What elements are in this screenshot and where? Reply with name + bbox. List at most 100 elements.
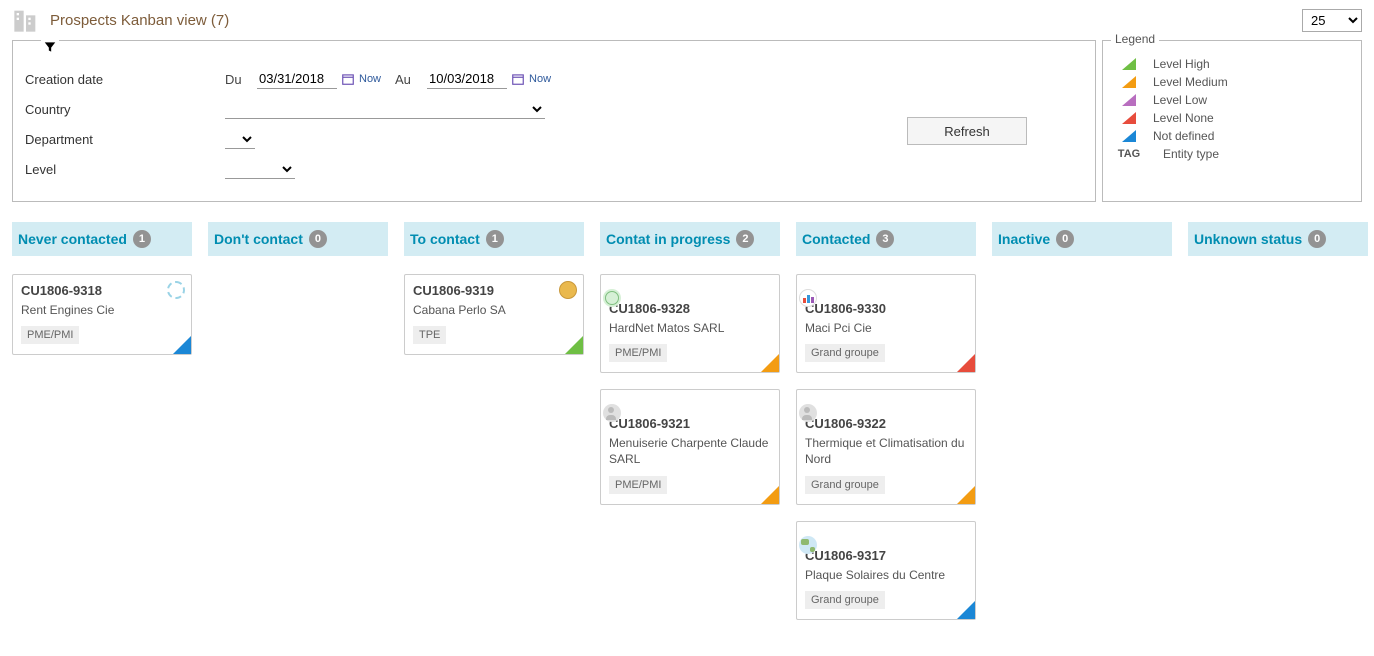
- column-count: 0: [309, 230, 327, 248]
- card-tag: Grand groupe: [805, 476, 885, 494]
- creation-date-label: Creation date: [25, 72, 225, 87]
- legend-label: Level Medium: [1153, 75, 1228, 89]
- now-link-to[interactable]: Now: [529, 73, 551, 85]
- card-company: Plaque Solaires du Centre: [805, 567, 967, 583]
- kanban-card[interactable]: CU1806-9330 Maci Pci Cie Grand groupe: [796, 274, 976, 373]
- card-tag: PME/PMI: [609, 476, 667, 494]
- date-from-input[interactable]: [257, 69, 337, 89]
- calendar-icon[interactable]: [511, 72, 525, 86]
- column-header: Contacted3: [796, 222, 976, 256]
- kanban-column: To contact 1 CU1806-9319 Cabana Perlo SA …: [404, 222, 584, 636]
- column-header: To contact 1: [404, 222, 584, 256]
- column-header: Contat in progress 2: [600, 222, 780, 256]
- level-corner-icon: [957, 486, 975, 504]
- card-id: CU1806-9330: [805, 301, 967, 316]
- legend-item: Level Low: [1115, 93, 1349, 107]
- legend-label: Level High: [1153, 57, 1210, 71]
- level-corner-icon: [761, 486, 779, 504]
- column-header: Unknown status 0: [1188, 222, 1368, 256]
- card-company: Thermique et Climatisation du Nord: [805, 435, 967, 467]
- date-to-input[interactable]: [427, 69, 507, 89]
- triangle-icon: [1115, 112, 1143, 124]
- building-icon: [12, 6, 40, 34]
- chart-icon: [799, 289, 817, 307]
- kanban-card[interactable]: CU1806-9319 Cabana Perlo SA TPE: [404, 274, 584, 355]
- kanban-column: Contat in progress 2 CU1806-9328 HardNet …: [600, 222, 780, 636]
- column-title: Contat in progress: [606, 231, 730, 247]
- column-title: Don't contact: [214, 231, 303, 247]
- column-count: 1: [486, 230, 504, 248]
- level-corner-icon: [761, 354, 779, 372]
- column-title: Unknown status: [1194, 231, 1302, 247]
- card-tag: TPE: [413, 326, 446, 344]
- legend-label: Level None: [1153, 111, 1214, 125]
- legend-title: Legend: [1111, 32, 1159, 46]
- card-id: CU1806-9319: [413, 283, 575, 298]
- page-size-select[interactable]: 25: [1302, 9, 1362, 32]
- column-title: Inactive: [998, 231, 1050, 247]
- card-id: CU1806-9318: [21, 283, 183, 298]
- column-count: 3: [876, 230, 894, 248]
- level-label: Level: [25, 162, 225, 177]
- level-corner-icon: [957, 354, 975, 372]
- refresh-button[interactable]: Refresh: [907, 117, 1027, 145]
- calendar-icon[interactable]: [341, 72, 355, 86]
- kanban-card[interactable]: CU1806-9321 Menuiserie Charpente Claude …: [600, 389, 780, 504]
- column-count: 0: [1056, 230, 1074, 248]
- kanban-column: Contacted3 CU1806-9330 Maci Pci Cie Gran…: [796, 222, 976, 636]
- column-count: 2: [736, 230, 754, 248]
- column-header: Don't contact 0: [208, 222, 388, 256]
- kanban-card[interactable]: CU1806-9317 Plaque Solaires du Centre Gr…: [796, 521, 976, 620]
- card-id: CU1806-9328: [609, 301, 771, 316]
- country-select[interactable]: [225, 99, 545, 119]
- card-id: CU1806-9322: [805, 416, 967, 431]
- card-company: Maci Pci Cie: [805, 320, 967, 336]
- triangle-icon: [1115, 94, 1143, 106]
- department-select[interactable]: [225, 129, 255, 149]
- level-select[interactable]: [225, 159, 295, 179]
- triangle-icon: [1115, 130, 1143, 142]
- card-company: HardNet Matos SARL: [609, 320, 771, 336]
- column-title: To contact: [410, 231, 480, 247]
- kanban-card[interactable]: CU1806-9318 Rent Engines Cie PME/PMI: [12, 274, 192, 355]
- legend-item: Not defined: [1115, 129, 1349, 143]
- du-label: Du: [225, 72, 257, 87]
- filter-icon: [41, 40, 59, 57]
- kanban-board: Never contacted 1 CU1806-9318 Rent Engine…: [12, 222, 1362, 636]
- level-corner-icon: [957, 601, 975, 619]
- legend-label: Level Low: [1153, 93, 1207, 107]
- kanban-column: Never contacted1 CU1806-9318 Rent Engine…: [12, 222, 192, 636]
- legend-tag-label: TAG: [1115, 148, 1143, 160]
- department-label: Department: [25, 132, 225, 147]
- card-id: CU1806-9321: [609, 416, 771, 431]
- kanban-column: Unknown status 0: [1188, 222, 1368, 636]
- card-tag: Grand groupe: [805, 344, 885, 362]
- earth-icon: [799, 536, 817, 554]
- column-count: 0: [1308, 230, 1326, 248]
- now-link-from[interactable]: Now: [359, 73, 381, 85]
- triangle-icon: [1115, 76, 1143, 88]
- kanban-card[interactable]: CU1806-9328 HardNet Matos SARL PME/PMI: [600, 274, 780, 373]
- level-corner-icon: [565, 336, 583, 354]
- filter-panel: Creation date Du Now Au Now Country D: [12, 40, 1096, 202]
- kanban-card[interactable]: CU1806-9322 Thermique et Climatisation d…: [796, 389, 976, 504]
- legend-tag-text: Entity type: [1163, 147, 1219, 161]
- card-id: CU1806-9317: [805, 548, 967, 563]
- card-tag: PME/PMI: [609, 344, 667, 362]
- legend-item: Level None: [1115, 111, 1349, 125]
- level-corner-icon: [173, 336, 191, 354]
- ring-icon: [167, 281, 185, 299]
- card-tag: PME/PMI: [21, 326, 79, 344]
- legend-item: Level Medium: [1115, 75, 1349, 89]
- card-tag: Grand groupe: [805, 591, 885, 609]
- triangle-icon: [1115, 58, 1143, 70]
- card-company: Rent Engines Cie: [21, 302, 183, 318]
- kanban-column: Don't contact 0: [208, 222, 388, 636]
- legend-label: Not defined: [1153, 129, 1214, 143]
- kanban-column: Inactive 0: [992, 222, 1172, 636]
- column-header: Inactive 0: [992, 222, 1172, 256]
- page-title: Prospects Kanban view (7): [50, 12, 1302, 29]
- coin-icon: [559, 281, 577, 299]
- au-label: Au: [395, 72, 427, 87]
- column-title: Never contacted: [18, 231, 127, 247]
